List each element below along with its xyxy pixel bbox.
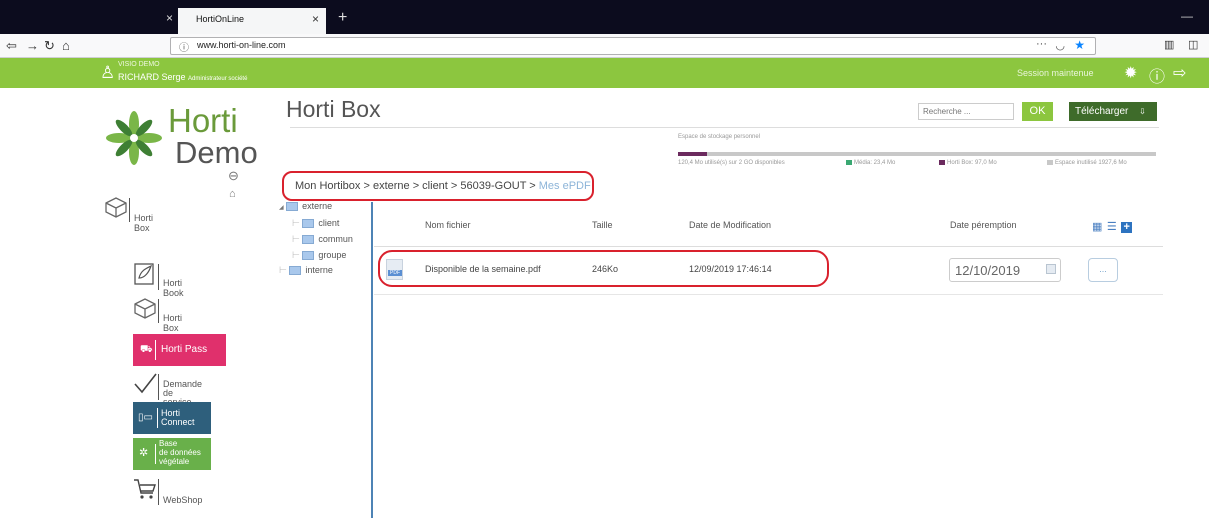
folder-icon	[289, 266, 302, 276]
column-header-name[interactable]: Nom fichier	[425, 220, 471, 230]
sidebar-item-label: Horti Book	[163, 278, 184, 298]
storage-progress-bar	[678, 152, 1156, 156]
column-header-expiry[interactable]: Date péremption	[950, 220, 1017, 230]
bookmark-star-icon[interactable]: ★	[1074, 38, 1085, 52]
folder-icon	[302, 235, 315, 245]
page-actions-icon[interactable]: ···	[1036, 38, 1047, 50]
highlight-annotation	[282, 171, 594, 201]
url-text: www.horti-on-line.com	[197, 40, 286, 50]
tree-item-client[interactable]: ⊢ client	[292, 218, 339, 229]
current-module-label: Horti Box	[134, 213, 154, 233]
search-input[interactable]	[918, 103, 1014, 120]
book-icon	[134, 263, 154, 285]
column-header-modified[interactable]: Date de Modification	[689, 220, 771, 230]
list-view-icon[interactable]: ☰	[1107, 221, 1117, 233]
user-icon[interactable]: ♙	[100, 63, 115, 83]
logout-icon[interactable]: ⇨	[1173, 63, 1186, 83]
home-icon[interactable]: ⌂	[229, 188, 236, 200]
url-bar[interactable]: ⓘ www.horti-on-line.com ··· ◡ ★	[170, 37, 1096, 55]
storage-title: Espace de stockage personnel	[678, 134, 761, 140]
logo-leaf-icon	[106, 111, 162, 165]
minimize-icon[interactable]: —	[1181, 9, 1193, 23]
logo-text-demo: Demo	[175, 135, 258, 170]
legend-swatch	[939, 160, 945, 165]
column-header-size[interactable]: Taille	[592, 220, 613, 230]
close-tab-icon[interactable]: ×	[166, 11, 173, 25]
tree-separator	[371, 202, 373, 518]
sidebar-item-label: Horti Pass	[161, 344, 208, 355]
legend-hortibox: Horti Box: 97,0 Mo	[939, 160, 997, 166]
sidebar-item-horti-pass[interactable]: ⛟ Horti Pass	[133, 334, 226, 366]
divider	[374, 294, 1163, 295]
box-icon	[134, 298, 156, 319]
sidebar-item-label: WebShop	[163, 495, 203, 505]
legend-swatch	[846, 160, 852, 165]
browser-nav-bar: ⇦ → ↻ ⌂ ⓘ www.horti-on-line.com ··· ◡ ★ …	[0, 34, 1209, 58]
tree-item-commun[interactable]: ⊢ commun	[292, 234, 353, 245]
legend-swatch	[1047, 160, 1053, 165]
browser-tab-bar: × HortiOnLine × + —	[0, 0, 1209, 34]
add-icon[interactable]: +	[1121, 222, 1133, 233]
sidebar-item-base-donnees[interactable]: ✲ Base de données végétale	[133, 438, 211, 470]
download-icon: ⇩	[1139, 107, 1146, 116]
sidebar-icon[interactable]: ◫	[1188, 38, 1198, 51]
gear-icon[interactable]: ✹	[1124, 63, 1137, 83]
company-name: VISIO DEMO	[118, 61, 160, 68]
calendar-icon[interactable]	[1046, 264, 1056, 274]
home-icon[interactable]: ⌂	[62, 38, 70, 53]
session-status[interactable]: Session maintenue	[1017, 68, 1094, 78]
close-tab-icon[interactable]: ×	[312, 12, 319, 26]
sidebar-item-label: Horti Box	[163, 313, 183, 333]
tree-item-interne[interactable]: ⊢ interne	[279, 265, 333, 276]
row-actions-button[interactable]: ...	[1088, 258, 1118, 282]
reload-icon[interactable]: ↻	[44, 38, 55, 54]
trolley-icon: ⛟	[140, 344, 153, 355]
divider	[374, 246, 1163, 247]
tab-title: HortiOnLine	[196, 14, 245, 24]
download-label: Télécharger	[1075, 106, 1129, 117]
devices-icon: ▯▭	[138, 412, 153, 423]
sidebar-item-horti-connect[interactable]: ▯▭ Horti Connect	[133, 402, 211, 434]
download-button[interactable]: Télécharger ⇩	[1069, 102, 1157, 121]
checkmark-icon	[134, 373, 157, 394]
box-icon	[105, 197, 127, 218]
collapse-icon[interactable]: ⊖	[228, 168, 239, 184]
info-icon[interactable]: ⓘ	[179, 39, 189, 54]
app-header-bar: ♙ VISIO DEMO RICHARD Serge Administrateu…	[0, 58, 1209, 88]
page-title: Horti Box	[286, 96, 381, 122]
storage-usage-text: 120,4 Mo utilisé(s) sur 2 GO disponibles	[678, 160, 785, 166]
browser-tab[interactable]: HortiOnLine ×	[178, 8, 326, 34]
legend-media: Média: 23,4 Mo	[846, 160, 895, 166]
folder-icon	[286, 202, 299, 212]
view-toggle: ▦ ☰ +	[1092, 217, 1133, 235]
legend-unused: Espace inutilisé 1927,6 Mo	[1047, 160, 1127, 166]
pocket-icon[interactable]: ◡	[1055, 39, 1065, 52]
highlight-annotation	[378, 250, 829, 287]
back-icon[interactable]: ⇦	[6, 38, 17, 54]
tree-item-groupe[interactable]: ⊢ groupe	[292, 250, 346, 261]
library-icon[interactable]: ▥	[1164, 38, 1174, 51]
sidebar-item-label: Horti Connect	[161, 408, 195, 427]
sidebar-item-label: Base de données végétale	[159, 439, 201, 466]
leaf-icon: ✲	[139, 447, 149, 459]
new-tab-button[interactable]: +	[338, 9, 347, 27]
forward-icon[interactable]: →	[26, 38, 39, 53]
folder-icon	[302, 251, 315, 261]
tree-item-externe[interactable]: ◢ externe	[279, 201, 332, 212]
grid-view-icon[interactable]: ▦	[1092, 221, 1102, 233]
expiry-date-input[interactable]	[949, 258, 1061, 282]
info-icon[interactable]: ⓘ	[1149, 63, 1165, 87]
search-ok-button[interactable]: OK	[1022, 102, 1053, 121]
folder-icon	[302, 219, 315, 229]
cart-icon	[134, 479, 156, 499]
storage-progress-fill	[678, 152, 707, 156]
divider	[290, 127, 1159, 128]
user-name: RICHARD Serge Administrateur société	[118, 72, 248, 82]
